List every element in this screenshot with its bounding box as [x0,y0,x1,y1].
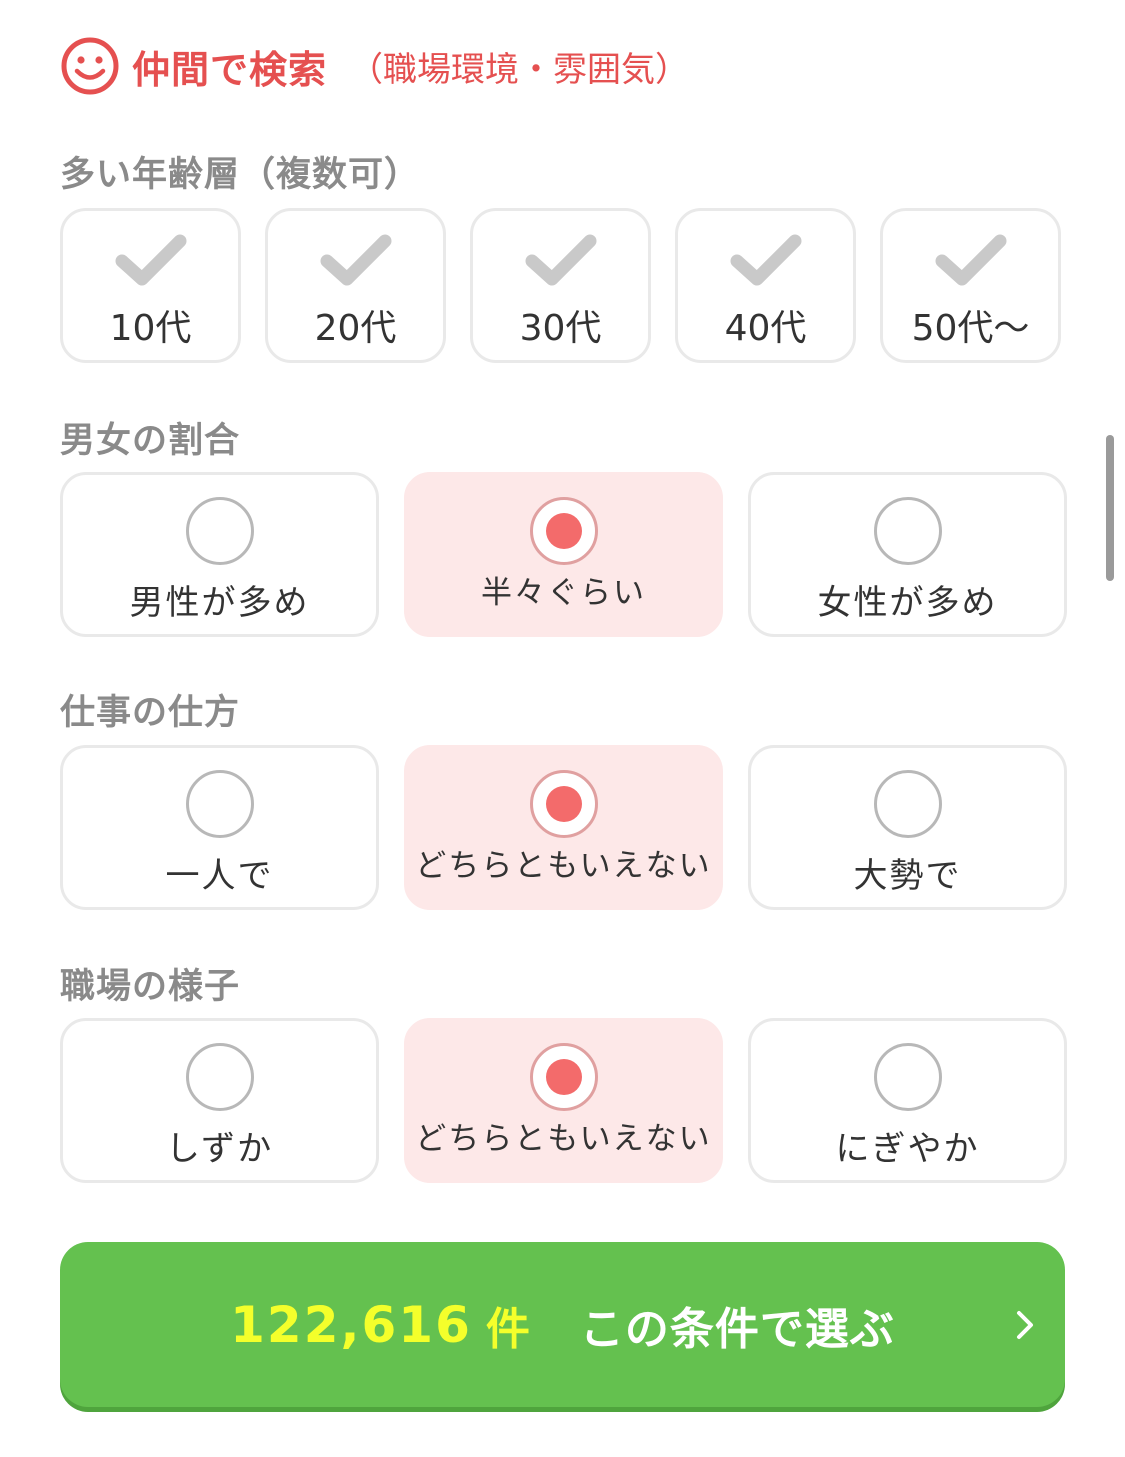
smiley-icon [61,37,119,95]
age-option-label: 40代 [724,308,807,349]
radio-dot [545,513,582,549]
checkmark-icon [935,234,1006,286]
atmosphere-option-quiet[interactable]: しずか [60,1018,379,1183]
gender-option-female[interactable]: 女性が多め [748,472,1067,637]
work-option-neutral[interactable]: どちらともいえない [404,745,723,910]
age-option-10s[interactable]: 10代 [60,208,241,363]
gender-option-male[interactable]: 男性が多め [60,472,379,637]
age-option-50s-plus[interactable]: 50代〜 [880,208,1061,363]
radio-button[interactable] [185,770,254,838]
gender-option-half[interactable]: 半々ぐらい [404,472,723,637]
age-option-40s[interactable]: 40代 [675,208,856,363]
radio-button[interactable] [185,1043,254,1111]
radio-button[interactable] [873,1043,942,1111]
work-section-label: 仕事の仕方 [60,693,241,733]
result-count: 122,616 [230,1295,472,1354]
radio-button[interactable] [873,770,942,838]
work-option-label: 大勢で [853,856,962,896]
atmosphere-option-label: しずか [165,1129,274,1169]
atmosphere-options: しずか どちらともいえない にぎやか [60,1018,1067,1183]
page-title: 仲間で検索 [132,47,328,92]
age-option-label: 20代 [314,308,397,349]
radio-button[interactable] [185,497,254,565]
age-option-label: 50代〜 [911,308,1030,349]
atmosphere-option-neutral[interactable]: どちらともいえない [404,1018,723,1183]
radio-button[interactable] [873,497,942,565]
radio-button[interactable] [529,770,598,838]
age-options: 10代 20代 30代 40代 50代〜 [60,208,1061,363]
result-count-unit: 件 [485,1303,530,1355]
page-subtitle: （職場環境・雰囲気） [349,49,690,90]
atmosphere-option-label: にぎやか [835,1129,980,1169]
atmosphere-option-label: どちらともいえない [415,1121,712,1157]
gender-options: 男性が多め 半々ぐらい 女性が多め [60,472,1067,637]
scrollbar-thumb[interactable] [1106,435,1114,581]
radio-button[interactable] [529,497,598,565]
radio-dot [545,786,582,822]
gender-option-label: 半々ぐらい [481,575,646,611]
atmosphere-section-label: 職場の様子 [60,967,241,1007]
search-submit-button[interactable]: 122,616 件 この条件で選ぶ [60,1242,1065,1407]
gender-section-label: 男女の割合 [60,421,241,461]
gender-option-label: 男性が多め [129,583,310,623]
age-option-label: 10代 [109,308,192,349]
checkmark-icon [115,234,186,286]
work-option-label: 一人で [165,856,274,896]
checkmark-icon [320,234,391,286]
radio-dot [545,1059,582,1095]
section-header: 仲間で検索 （職場環境・雰囲気） [60,34,689,98]
age-option-30s[interactable]: 30代 [470,208,651,363]
age-section-label: 多い年齢層（複数可） [60,155,421,195]
checkmark-icon [730,234,801,286]
chevron-right-icon [1017,1310,1033,1339]
atmosphere-option-lively[interactable]: にぎやか [748,1018,1067,1183]
age-option-label: 30代 [519,308,602,349]
radio-button[interactable] [529,1043,598,1111]
submit-label: この条件で選ぶ [579,1303,895,1355]
checkmark-icon [525,234,596,286]
work-options: 一人で どちらともいえない 大勢で [60,745,1067,910]
work-option-group[interactable]: 大勢で [748,745,1067,910]
work-option-label: どちらともいえない [415,848,712,884]
gender-option-label: 女性が多め [817,583,998,623]
work-option-alone[interactable]: 一人で [60,745,379,910]
age-option-20s[interactable]: 20代 [265,208,446,363]
